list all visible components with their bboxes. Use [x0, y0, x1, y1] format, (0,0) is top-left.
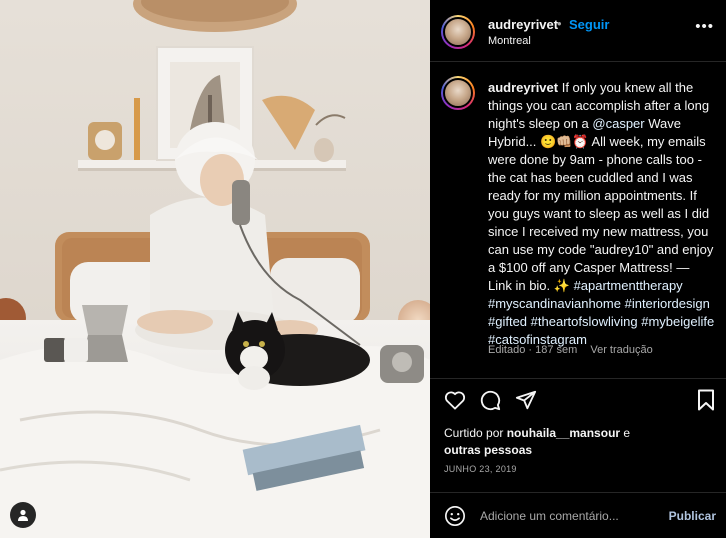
action-bar: [430, 378, 726, 422]
username-link[interactable]: audreyrivet: [488, 17, 558, 32]
bookmark-icon[interactable]: [693, 387, 719, 413]
translate-link[interactable]: Ver tradução: [590, 344, 652, 356]
separator-dot: •: [557, 16, 562, 31]
hashtag-link[interactable]: #apartmenttherapy: [574, 278, 683, 293]
caption-body-2: Wave Hybrid... 🙂👊🏼⏰ All week, my emails …: [488, 116, 714, 293]
post-date[interactable]: JUNHO 23, 2019: [444, 464, 517, 474]
emoji-icon[interactable]: [444, 505, 466, 527]
heart-icon[interactable]: [442, 387, 468, 413]
user-icon: [18, 509, 28, 521]
likes-summary: Curtido por nouhaila__mansour e outras p…: [444, 425, 714, 459]
comment-input[interactable]: [480, 506, 660, 526]
likes-suffix: e: [620, 426, 631, 440]
publish-button[interactable]: Publicar: [669, 509, 716, 523]
avatar[interactable]: [441, 15, 475, 49]
post-image: [0, 0, 430, 538]
others-likes-link[interactable]: outras pessoas: [444, 443, 532, 457]
caption-avatar[interactable]: [441, 76, 475, 110]
caption-text: audreyrivet If only you knew all the thi…: [488, 79, 716, 349]
caption-username[interactable]: audreyrivet: [488, 80, 558, 95]
follow-button[interactable]: Seguir: [569, 17, 609, 32]
liker-username[interactable]: nouhaila__mansour: [507, 426, 620, 440]
hashtag-link[interactable]: #gifted: [488, 314, 527, 329]
post-header: audreyrivet • Seguir Montreal •••: [430, 0, 726, 62]
caption-meta: Editado · 187 sem Ver tradução: [488, 344, 653, 356]
hashtag-link[interactable]: #interiordesign: [625, 296, 710, 311]
mention-link[interactable]: @casper: [592, 116, 644, 131]
location-link[interactable]: Montreal: [488, 35, 531, 47]
tagged-users-button[interactable]: [10, 502, 36, 528]
hashtag-link[interactable]: #mybeigelife: [641, 314, 714, 329]
hashtag-link[interactable]: #theartofslowliving: [531, 314, 638, 329]
hashtag-link[interactable]: #myscandinavianhome: [488, 296, 621, 311]
comment-bar: Publicar: [430, 492, 726, 538]
share-icon[interactable]: [513, 387, 539, 413]
post-photo[interactable]: [0, 0, 430, 538]
comment-icon[interactable]: [477, 387, 503, 413]
likes-prefix: Curtido por: [444, 426, 507, 440]
caption-section: audreyrivet If only you knew all the thi…: [430, 62, 726, 378]
more-options-icon[interactable]: •••: [695, 19, 714, 34]
edited-status: Editado · 187 sem: [488, 344, 578, 356]
post-side-panel: audreyrivet • Seguir Montreal ••• audrey…: [430, 0, 726, 538]
